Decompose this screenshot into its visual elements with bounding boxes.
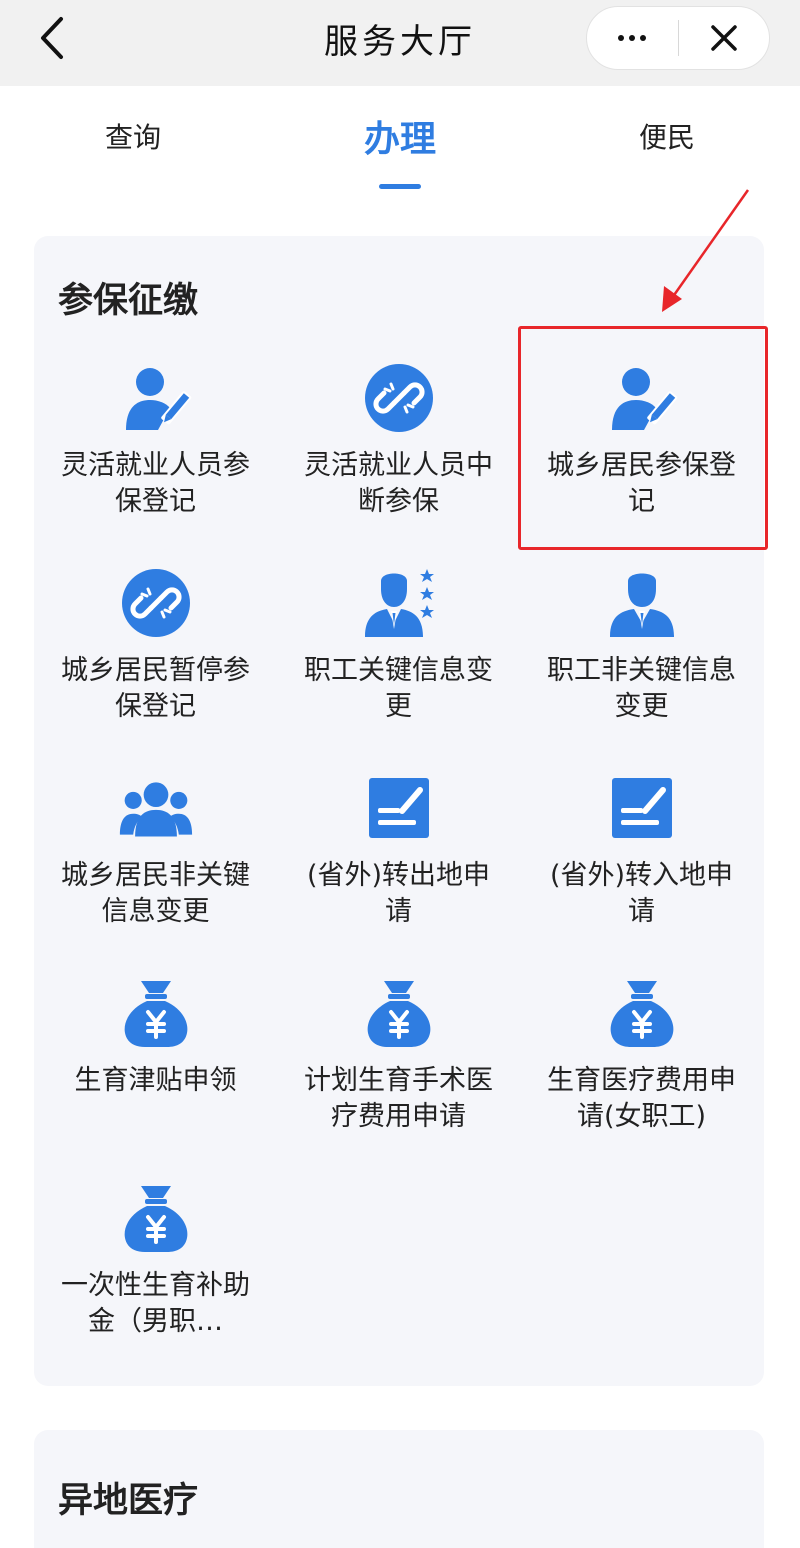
- service-item-label: 生育医疗费用申请(女职工): [547, 1065, 736, 1132]
- service-item[interactable]: 计划生育手术医疗费用申请: [277, 947, 520, 1152]
- close-button[interactable]: [679, 6, 770, 70]
- service-item[interactable]: 灵活就业人员中断参保: [277, 332, 520, 537]
- tab-bar: 查询 办理 便民: [0, 86, 800, 206]
- service-item-label: 生育津贴申领: [74, 1065, 237, 1096]
- section-card-insurance: 参保征缴 灵活就业人员参保登记 灵活就业人员中断参保 城乡居民参保登记 城乡居民…: [34, 236, 764, 1386]
- more-dots-icon: [618, 35, 647, 41]
- service-item-label: 一次性生育补助金（男职…: [61, 1270, 250, 1337]
- tab-convenience[interactable]: 便民: [567, 116, 767, 156]
- close-icon: [711, 25, 737, 51]
- service-item-label: 城乡居民参保登记: [547, 450, 736, 517]
- title-bar: 服务大厅: [0, 0, 800, 86]
- section-title: 异地医疗: [58, 1481, 199, 1521]
- more-button[interactable]: [587, 6, 678, 70]
- money-bag-icon: [604, 975, 680, 1051]
- service-item-label: 城乡居民暂停参保登记: [61, 655, 250, 722]
- service-item[interactable]: 生育医疗费用申请(女职工): [520, 947, 763, 1152]
- service-item-label: 灵活就业人员参保登记: [61, 450, 250, 517]
- group-icon: [118, 770, 194, 846]
- service-item-label: 职工非关键信息变更: [547, 655, 736, 722]
- tab-query[interactable]: 查询: [33, 116, 233, 156]
- main-content: 参保征缴 灵活就业人员参保登记 灵活就业人员中断参保 城乡居民参保登记 城乡居民…: [0, 206, 800, 1548]
- sign-form-icon: [604, 770, 680, 846]
- money-bag-icon: [118, 1180, 194, 1256]
- money-bag-icon: [361, 975, 437, 1051]
- service-item[interactable]: 城乡居民非关键信息变更: [34, 742, 277, 947]
- tab-handle[interactable]: 办理: [300, 110, 500, 162]
- service-item[interactable]: 职工关键信息变更: [277, 537, 520, 742]
- money-bag-icon: [118, 975, 194, 1051]
- staff-icon: [604, 565, 680, 641]
- service-item[interactable]: 城乡居民暂停参保登记: [34, 537, 277, 742]
- section-title: 参保征缴: [58, 281, 199, 321]
- service-item-label: 灵活就业人员中断参保: [304, 450, 493, 517]
- service-item[interactable]: 灵活就业人员参保登记: [34, 332, 277, 537]
- service-item[interactable]: 生育津贴申领: [34, 947, 277, 1152]
- person-edit-icon: [118, 360, 194, 436]
- service-item-label: (省外)转入地申请: [549, 860, 734, 927]
- service-item[interactable]: (省外)转出地申请: [277, 742, 520, 947]
- service-item-label: 计划生育手术医疗费用申请: [304, 1065, 493, 1132]
- service-item-label: 职工关键信息变更: [304, 655, 493, 722]
- sign-form-icon: [361, 770, 437, 846]
- service-item[interactable]: 职工非关键信息变更: [520, 537, 763, 742]
- service-item[interactable]: 城乡居民参保登记: [520, 332, 763, 537]
- service-item[interactable]: (省外)转入地申请: [520, 742, 763, 947]
- mini-program-capsule: [586, 6, 770, 70]
- section-card-remote-medical: 异地医疗: [34, 1430, 764, 1548]
- broken-link-icon: [361, 360, 437, 436]
- active-tab-indicator: [379, 184, 421, 189]
- staff-star-icon: [361, 565, 437, 641]
- broken-link-icon: [118, 565, 194, 641]
- service-item[interactable]: 一次性生育补助金（男职…: [34, 1152, 277, 1357]
- service-item-label: 城乡居民非关键信息变更: [61, 860, 250, 927]
- person-edit-icon: [604, 360, 680, 436]
- service-item-label: (省外)转出地申请: [306, 860, 491, 927]
